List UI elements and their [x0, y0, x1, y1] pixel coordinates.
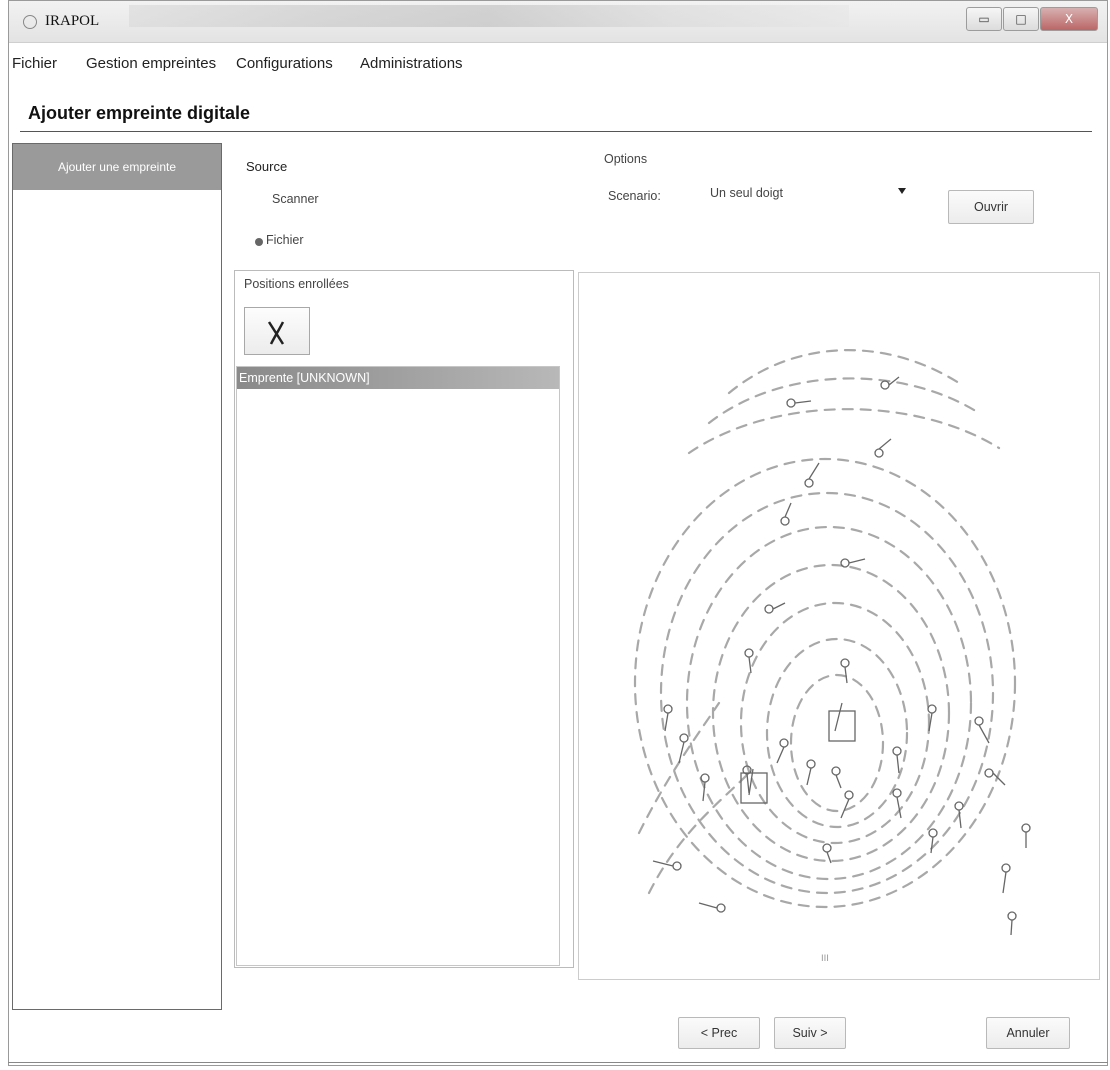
annuler-button[interactable]: Annuler: [986, 1017, 1070, 1049]
window-title: IRAPOL: [45, 13, 100, 29]
navigation-panel: Ajouter une empreinte: [12, 143, 222, 1010]
page-title: Ajouter empreinte digitale: [28, 103, 251, 123]
scenario-select[interactable]: Un seul doigt: [710, 184, 916, 206]
menu-administrations[interactable]: Administrations: [360, 55, 463, 72]
app-icon: [23, 15, 37, 29]
menu-gestion-empreintes[interactable]: Gestion empreintes: [86, 55, 216, 72]
ouvrir-button[interactable]: Ouvrir: [948, 190, 1034, 224]
source-label: Source: [246, 159, 288, 174]
title-bar: IRAPOL ▭ □ X: [9, 1, 1107, 43]
positions-list: [236, 366, 560, 966]
window-bottom-border: [8, 1062, 1108, 1063]
radio-fichier-selected[interactable]: [255, 238, 263, 246]
menu-configurations[interactable]: Configurations: [236, 55, 333, 72]
title-bar-blur: [129, 5, 849, 27]
delete-position-button[interactable]: [244, 307, 310, 355]
positions-label: Positions enrollées: [244, 277, 349, 291]
nav-item-ajouter-empreinte[interactable]: Ajouter une empreinte: [13, 144, 221, 190]
fingerprint-image: III: [633, 349, 1031, 964]
list-item[interactable]: Emprente [UNKNOWN]: [237, 367, 559, 389]
fingerprint-preview: III: [578, 272, 1100, 980]
scenario-value: Un seul doigt: [710, 186, 783, 200]
scroll-marker: III: [821, 954, 829, 964]
chevron-down-icon[interactable]: [898, 188, 906, 194]
maximize-button[interactable]: □: [1003, 7, 1039, 31]
x-icon: [267, 321, 285, 345]
prev-button[interactable]: < Prec: [678, 1017, 760, 1049]
options-label: Options: [604, 152, 648, 166]
close-button[interactable]: X: [1040, 7, 1098, 31]
minimize-button[interactable]: ▭: [966, 7, 1002, 31]
source-option-scanner[interactable]: Scanner: [272, 192, 319, 206]
title-divider: [20, 131, 1092, 132]
scenario-label: Scenario:: [608, 189, 661, 203]
next-button[interactable]: Suiv >: [774, 1017, 846, 1049]
menu-fichier[interactable]: Fichier: [12, 55, 57, 72]
source-option-fichier[interactable]: Fichier: [266, 233, 304, 247]
